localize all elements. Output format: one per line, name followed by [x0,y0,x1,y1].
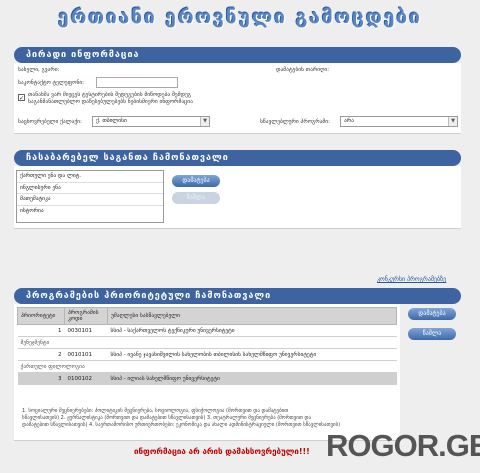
phone-input[interactable] [96,77,178,88]
subjects-panel: ქართული ენა და ლიტ. ინგლისური ენა მათემა… [14,166,461,229]
priority-cell: 3 [17,372,65,385]
consent-checkbox[interactable]: ✓ [18,94,25,102]
not-saved-notice: ინფორმაცია არ არის დამახსოვრებული!!! [134,447,310,456]
group-row: ქართული ფილოლოგია [17,360,397,373]
personal-info-header: პირადი ინფორმაცია [14,47,461,63]
priority-cell: 2 [17,348,65,361]
page-title: ერთიანი ეროვნული გამოცდები [58,6,422,28]
subjects-header: ჩასაბარებელ საგანთა ჩამონათვალი [14,150,461,166]
code-cell: 0010101 [64,348,108,361]
add-program-button[interactable]: დამატება [408,308,456,320]
phone-label: საკონტაქტო ტელეფონი: [18,80,85,86]
subjects-listbox[interactable]: ქართული ენა და ლიტ. ინგლისური ენა მათემა… [16,170,164,223]
add-subject-button[interactable]: დამატება [172,175,220,187]
region-select-value: ქ. თბილისი [96,118,127,124]
institution-cell: სსიპ - ივანე ჯავახიშვილის სახელობის თბილ… [107,348,397,361]
column-header-institution: უმაღლესი სასწავლებელი [107,307,397,325]
code-cell: 0030101 [64,324,108,337]
chevron-down-icon: ▼ [200,117,209,126]
region-label: საცხოვრებელი ქალაქი: [18,119,82,125]
personal-info-panel: სახელი, გვარი: დამატების თარიღი: საკონტა… [14,63,461,134]
consent-text-line1: თანახმა ვარ მიეცეს ტესტირების შედეგების … [28,92,191,98]
program-type-label: სწავლებლური პროგრამი: [260,119,330,125]
footnote-line: 1. სოციალური მეცნიერებები: პოლიტიკის მეც… [22,408,289,414]
table-row[interactable]: 1 0030101 სსიპ - საქართველოს ტექნიკური უ… [17,324,397,337]
subject-item[interactable]: ინგლისური ენა [17,183,163,194]
chevron-down-icon: ▼ [448,117,457,126]
priority-cell: 1 [17,324,65,337]
program-group-label: ქართული ფილოლოგია [17,360,397,373]
program-type-select[interactable]: არა ▼ [340,116,458,127]
watermark-logo: ROGOR.GE [326,428,480,463]
table-row[interactable]: 2 0010101 სსიპ - ივანე ჯავახიშვილის სახე… [17,348,397,361]
exam-date-label: დამატების თარიღი: [276,67,330,73]
programs-footnote: 1. სოციალური მეცნიერებები: პოლიტიკის მეც… [22,408,392,429]
institution-cell: სსიპ - ილიას სახელმწიფო უნივერსიტეტი [107,372,397,385]
subject-item[interactable]: მათემატიკა [17,194,163,206]
remove-subject-button[interactable]: წაშლა [172,192,220,204]
name-label: სახელი, გვარი: [18,67,60,73]
footnote-line: სწავლისათვის) 2. ჟურნალისტიკა (მორთვით დ… [22,415,312,421]
consent-text-line2: საგანმანათლებლო დაწესებულებებს ნებისმიერ… [28,99,193,105]
program-type-select-value: არა [344,118,354,124]
group-row: მენეჯმენტი [17,336,397,349]
subject-item[interactable]: ისტორია [17,206,163,217]
program-group-label: მენეჯმენტი [17,336,397,349]
column-header-code: პროგრამის კოდი [64,307,108,325]
program-competition-link[interactable]: კონკურსი პროგრამებზე [377,276,446,283]
programs-header: პროგრამების პრიორიტეტული ჩამონათვალი [14,288,461,304]
programs-table: პრიორიტეტი პროგრამის კოდი უმაღლესი სასწა… [17,307,397,385]
region-select[interactable]: ქ. თბილისი ▼ [92,116,210,127]
table-row-selected[interactable]: 3 0100102 სსიპ - ილიას სახელმწიფო უნივერ… [17,372,397,385]
remove-program-button[interactable]: წაშლა [408,328,456,340]
column-header-priority: პრიორიტეტი [17,307,65,325]
code-cell: 0100102 [64,372,108,385]
subject-item[interactable]: ქართული ენა და ლიტ. [17,171,163,183]
institution-cell: სსიპ - საქართველოს ტექნიკური უნივერსიტეტ… [107,324,397,337]
